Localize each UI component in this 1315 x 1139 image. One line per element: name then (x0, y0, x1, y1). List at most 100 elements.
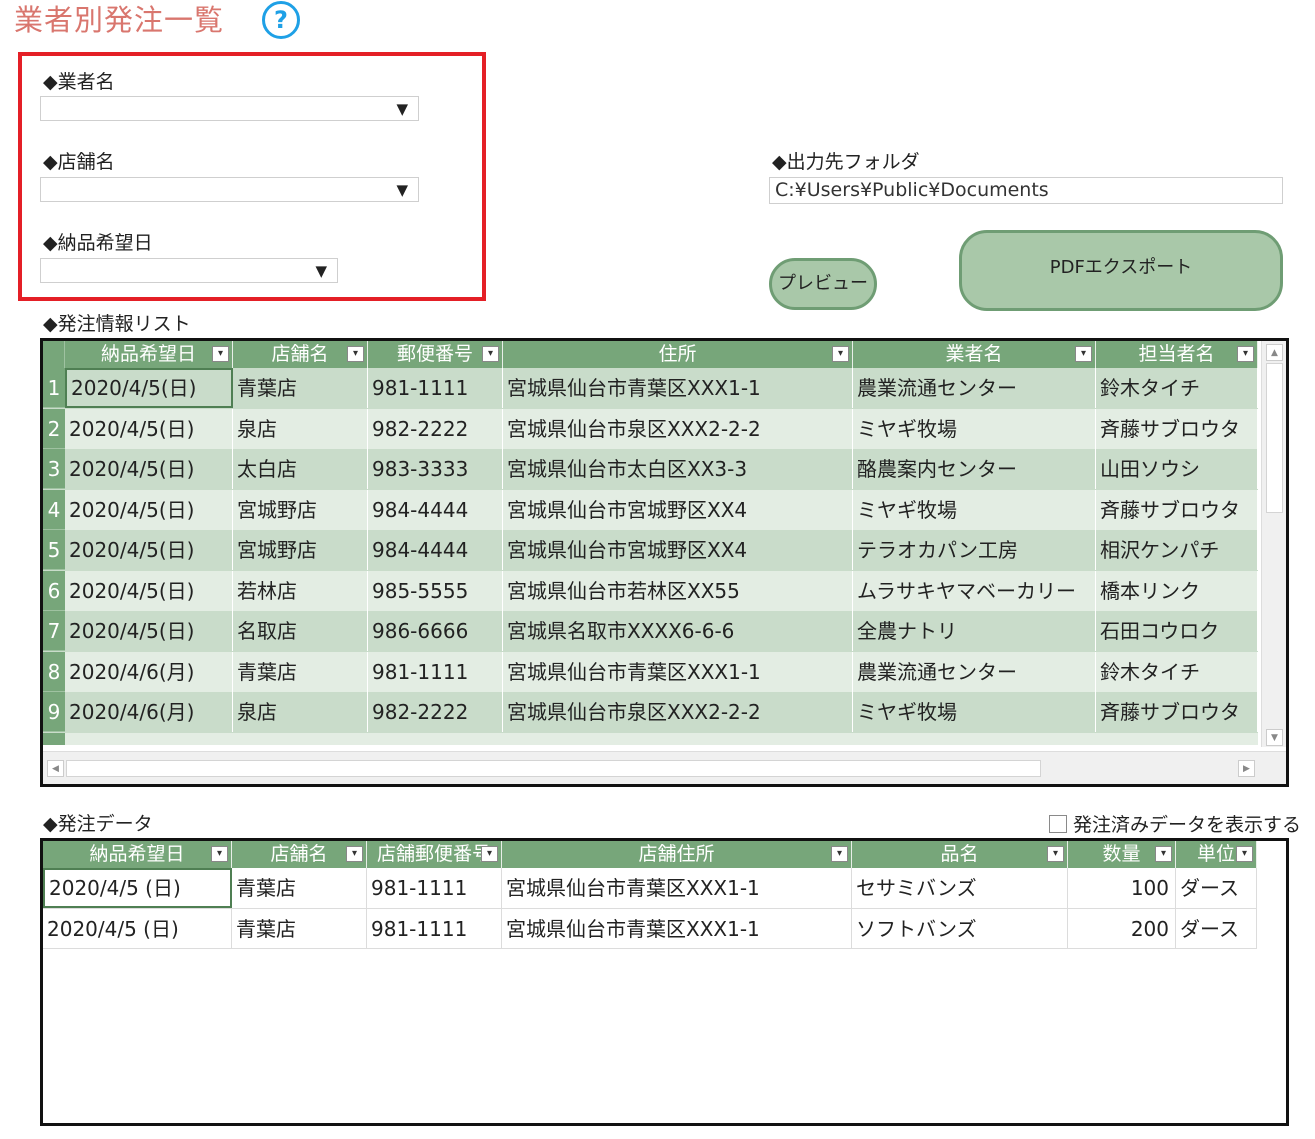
filter-dropdown-icon[interactable]: ▾ (211, 846, 228, 862)
table-cell[interactable]: 相沢ケンパチ (1096, 530, 1258, 570)
table-row[interactable]: 2020/4/5 (日) 青葉店 981-1111 宮城県仙台市青葉区XXX1-1 セサ… (43, 868, 1257, 909)
table-cell[interactable]: 2020/4/5(日) (65, 408, 233, 449)
table-cell[interactable]: 2020/4/5(日) (65, 570, 233, 611)
table-cell[interactable]: 山田ソウシ (1096, 449, 1258, 489)
table-row[interactable]: 5 2020/4/5(日) 宮城野店 984-4444 宮城県仙台市宮城野区XX4 テラオ… (43, 530, 1258, 571)
table-cell[interactable]: 宮城県仙台市太白区XX3-3 (503, 449, 853, 489)
table-cell[interactable]: 984-4444 (368, 489, 503, 530)
vertical-scrollbar[interactable]: ▲ ▼ (1261, 341, 1286, 747)
scroll-left-icon[interactable]: ◀ (47, 760, 64, 777)
table-cell[interactable]: セサミバンズ (852, 868, 1068, 908)
table-row[interactable]: 3 2020/4/5(日) 太白店 983-3333 宮城県仙台市太白区XX3-3 酪農案… (43, 449, 1258, 490)
column-header[interactable]: 店舗郵便番号 ▾ (367, 841, 502, 868)
store-dropdown[interactable]: ▼ (40, 177, 419, 202)
table-cell[interactable]: 斉藤サブロウタ (1096, 408, 1258, 449)
table-cell[interactable]: 斉藤サブロウタ (1096, 489, 1258, 530)
table-cell[interactable]: 2020/4/6(月) (65, 692, 233, 732)
table-cell[interactable]: 宮城県仙台市青葉区XXX1-1 (502, 908, 852, 949)
table-cell[interactable]: 若林店 (233, 570, 368, 611)
table-cell[interactable]: 984-4444 (368, 530, 503, 570)
table-cell[interactable]: ムラサキヤマベーカリー (853, 570, 1096, 611)
table-cell[interactable]: 泉店 (233, 408, 368, 449)
table-cell[interactable]: 2020/4/6(月) (65, 651, 233, 692)
column-header[interactable]: 納品希望日 ▾ (65, 341, 233, 368)
table-cell[interactable]: 青葉店 (232, 908, 367, 949)
table-cell[interactable]: 石田コウロク (1096, 611, 1258, 651)
table-cell[interactable]: 2020/4/5(日) (65, 611, 233, 651)
column-header[interactable]: 郵便番号 ▾ (368, 341, 503, 368)
column-header[interactable]: 店舗名 ▾ (233, 341, 368, 368)
table-cell[interactable]: 斉藤サブロウタ (1096, 692, 1258, 732)
filter-dropdown-icon[interactable]: ▾ (481, 846, 498, 862)
table-cell[interactable]: 宮城県仙台市泉区XXX2-2-2 (503, 408, 853, 449)
table-cell[interactable]: 2020/4/5(日) (65, 530, 233, 570)
table-cell[interactable]: 2020/4/5 (日) (43, 868, 232, 908)
scroll-right-icon[interactable]: ▶ (1238, 760, 1255, 777)
scroll-up-icon[interactable]: ▲ (1266, 344, 1283, 361)
table-cell[interactable]: ソフトバンズ (852, 908, 1068, 949)
table-cell[interactable]: 宮城県名取市XXXX6-6-6 (503, 611, 853, 651)
table-cell[interactable]: 宮城野店 (233, 489, 368, 530)
table-cell[interactable]: 985-5555 (368, 570, 503, 611)
filter-dropdown-icon[interactable]: ▾ (346, 846, 363, 862)
filter-dropdown-icon[interactable]: ▾ (482, 346, 499, 362)
table-cell[interactable]: 986-6666 (368, 611, 503, 651)
column-header[interactable]: 品名 ▾ (852, 841, 1068, 868)
table-cell[interactable]: 鈴木タイチ (1096, 368, 1258, 408)
column-header[interactable]: 店舗住所 ▾ (502, 841, 852, 868)
filter-dropdown-icon[interactable]: ▾ (1155, 846, 1172, 862)
column-header[interactable]: 店舗名 ▾ (232, 841, 367, 868)
table-cell[interactable]: 2020/4/5 (日) (43, 908, 232, 949)
filter-dropdown-icon[interactable]: ▾ (1047, 846, 1064, 862)
table-cell[interactable]: 酪農案内センター (853, 449, 1096, 489)
table-cell[interactable]: 981-1111 (368, 651, 503, 692)
table-row[interactable]: 9 2020/4/6(月) 泉店 982-2222 宮城県仙台市泉区XXX2-2-2 ミヤ… (43, 692, 1258, 733)
table-cell[interactable]: 982-2222 (368, 692, 503, 732)
column-header[interactable]: 担当者名 ▾ (1096, 341, 1258, 368)
table-cell[interactable]: 宮城県仙台市青葉区XXX1-1 (503, 651, 853, 692)
filter-dropdown-icon[interactable]: ▾ (212, 346, 229, 362)
table-cell[interactable]: 200 (1068, 908, 1176, 949)
table-cell[interactable]: テラオカパン工房 (853, 530, 1096, 570)
table-cell[interactable]: 981-1111 (367, 908, 502, 949)
column-header[interactable]: 数量 ▾ (1068, 841, 1176, 868)
column-header[interactable]: 住所 ▾ (503, 341, 853, 368)
preview-button[interactable]: プレビュー (769, 258, 877, 310)
vendor-dropdown[interactable]: ▼ (40, 96, 419, 121)
table-row[interactable]: 2 2020/4/5(日) 泉店 982-2222 宮城県仙台市泉区XXX2-2-2 ミヤ… (43, 408, 1258, 449)
table-cell[interactable]: 橋本リンク (1096, 570, 1258, 611)
table-cell[interactable]: 2020/4/5(日) (65, 449, 233, 489)
table-cell[interactable]: 太白店 (233, 449, 368, 489)
table-cell[interactable]: ダース (1176, 868, 1257, 908)
column-header[interactable]: 業者名 ▾ (853, 341, 1096, 368)
table-cell[interactable]: 宮城野店 (233, 530, 368, 570)
table-cell[interactable]: 981-1111 (368, 368, 503, 408)
table-cell[interactable]: 農業流通センター (853, 368, 1096, 408)
table-cell[interactable]: 宮城県仙台市青葉区XXX1-1 (503, 368, 853, 408)
table-cell[interactable]: 泉店 (233, 692, 368, 732)
table-cell[interactable]: 宮城県仙台市宮城野区XX4 (503, 530, 853, 570)
table-cell[interactable]: 農業流通センター (853, 651, 1096, 692)
table-row[interactable]: 6 2020/4/5(日) 若林店 985-5555 宮城県仙台市若林区XX55 ムラサキ… (43, 570, 1258, 611)
table-cell[interactable]: ミヤギ牧場 (853, 408, 1096, 449)
table-cell[interactable]: 宮城県仙台市宮城野区XX4 (503, 489, 853, 530)
table-cell[interactable]: 982-2222 (368, 408, 503, 449)
table-cell[interactable]: ミヤギ牧場 (853, 489, 1096, 530)
table-row[interactable]: 4 2020/4/5(日) 宮城野店 984-4444 宮城県仙台市宮城野区XX4 ミヤギ… (43, 489, 1258, 530)
table-cell[interactable]: 宮城県仙台市泉区XXX2-2-2 (503, 692, 853, 732)
filter-dropdown-icon[interactable]: ▾ (1075, 346, 1092, 362)
horizontal-scroll-thumb[interactable] (66, 760, 1041, 777)
pdf-export-button[interactable]: PDFエクスポート (959, 230, 1283, 311)
table-cell[interactable]: 青葉店 (233, 651, 368, 692)
delivery-date-dropdown[interactable]: ▼ (40, 258, 338, 283)
table-cell[interactable]: 名取店 (233, 611, 368, 651)
table-cell[interactable]: ミヤギ牧場 (853, 692, 1096, 732)
scroll-down-icon[interactable]: ▼ (1266, 729, 1283, 746)
column-header[interactable]: 納品希望日 ▾ (43, 841, 232, 868)
table-row[interactable] (43, 732, 1258, 745)
vertical-scroll-thumb[interactable] (1266, 363, 1283, 513)
column-header[interactable]: 単位 ▾ (1176, 841, 1257, 868)
table-cell[interactable]: ダース (1176, 908, 1257, 949)
help-icon[interactable]: ? (262, 1, 300, 39)
table-row[interactable]: 1 2020/4/5(日) 青葉店 981-1111 宮城県仙台市青葉区XXX1-1 農業… (43, 368, 1258, 409)
